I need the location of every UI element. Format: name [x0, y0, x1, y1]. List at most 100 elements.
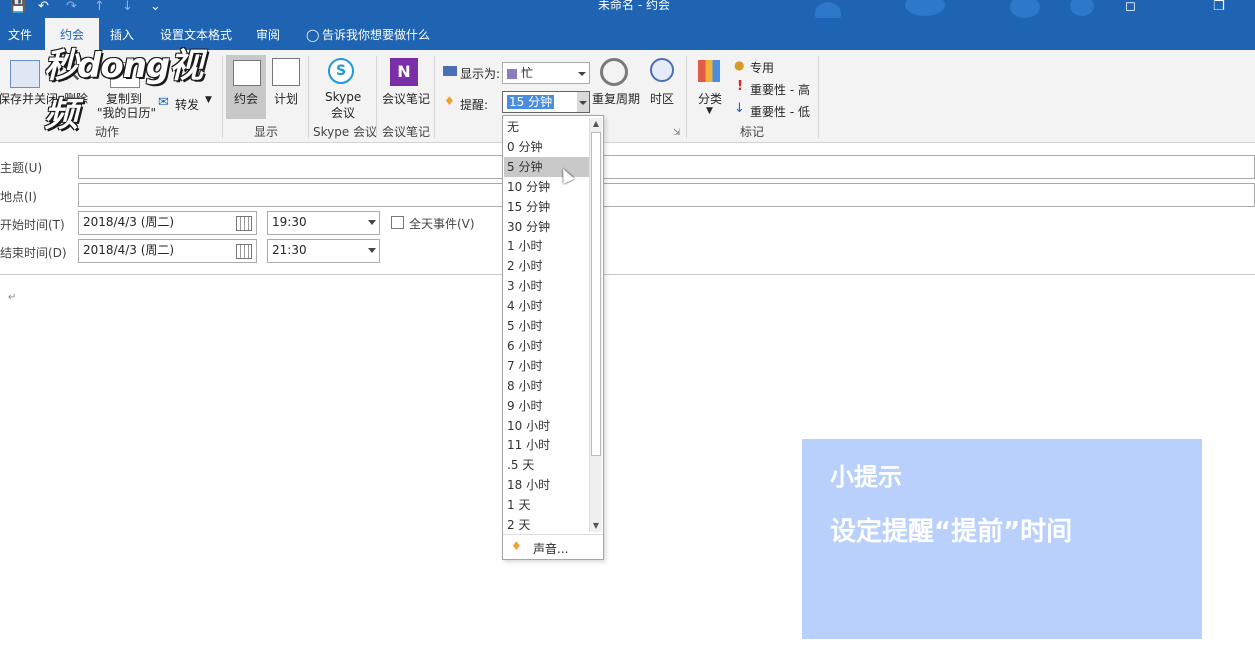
scroll-down-icon[interactable]: ▼ — [590, 520, 602, 532]
start-time-select[interactable]: 19:30 — [267, 211, 380, 235]
restore-icon[interactable]: ❐ — [1213, 0, 1225, 14]
globe-icon — [650, 58, 674, 82]
group-label-skype: Skype 会议 — [313, 125, 378, 139]
divider — [686, 56, 687, 138]
ribbon-options-icon[interactable]: ◻ — [1125, 0, 1136, 14]
lock-icon: ● — [734, 58, 745, 72]
recurrence-button[interactable]: 重复周期 — [592, 90, 640, 107]
reminder-label: 提醒: — [460, 98, 489, 112]
reminder-option[interactable]: 0 分钟 — [504, 137, 591, 157]
all-day-checkbox[interactable] — [391, 216, 404, 229]
scroll-thumb[interactable] — [591, 132, 601, 456]
tip-panel: 小提示 设定提醒“提前”时间 — [802, 439, 1202, 639]
location-input[interactable] — [78, 183, 1255, 207]
reminder-option[interactable]: 8 小时 — [504, 376, 591, 396]
reminder-option[interactable]: 30 分钟 — [504, 217, 591, 237]
divider — [503, 534, 603, 535]
private-button[interactable]: 专用 — [750, 59, 774, 76]
save-icon[interactable]: 💾 — [10, 0, 26, 14]
start-date-input[interactable]: 2018/4/3 (周二) — [78, 211, 257, 235]
scroll-up-icon[interactable]: ▲ — [590, 118, 602, 130]
reminder-option[interactable]: .5 天 — [504, 455, 591, 475]
tab-file[interactable]: 文件 — [8, 18, 32, 50]
reminder-option[interactable]: 15 分钟 — [504, 197, 591, 217]
show-as-select[interactable]: 忙 — [502, 62, 590, 84]
forward-button[interactable]: 转发 — [175, 96, 199, 113]
subject-input[interactable] — [78, 155, 1255, 179]
schedule-view-button[interactable]: 计划 — [274, 90, 298, 107]
reminder-select[interactable]: 15 分钟 — [502, 91, 590, 113]
calendar-icon — [233, 60, 261, 86]
reminder-option[interactable]: 无 — [504, 117, 591, 137]
reminder-option[interactable]: 2 天 — [504, 515, 591, 535]
high-importance-icon: ! — [737, 79, 743, 94]
all-day-label: 全天事件(V) — [409, 217, 475, 231]
reminder-option[interactable]: 9 小时 — [504, 396, 591, 416]
group-label-tags: 标记 — [740, 125, 765, 139]
reminder-option[interactable]: 11 小时 — [504, 435, 591, 455]
sound-option[interactable]: 声音... — [533, 540, 568, 557]
reminder-option[interactable]: 5 小时 — [504, 316, 591, 336]
time-zones-button[interactable]: 时区 — [650, 90, 674, 107]
appointment-view-button[interactable]: 约会 — [234, 90, 258, 107]
bell-icon: ♦ — [444, 94, 455, 108]
reminder-option[interactable]: 6 小时 — [504, 336, 591, 356]
customize-qat-icon[interactable]: ⌄ — [150, 0, 161, 14]
dropdown-scrollbar[interactable]: ▲ ▼ — [589, 118, 602, 532]
onenote-icon: N — [390, 58, 418, 86]
reminder-option[interactable]: 2 小时 — [504, 256, 591, 276]
start-time-label: 开始时间(T) — [0, 218, 65, 232]
high-importance-button[interactable]: 重要性 - 高 — [750, 81, 810, 98]
undo-icon[interactable]: ↶ — [38, 0, 49, 14]
tell-me-search[interactable]: 告诉我你想要做什么 — [322, 18, 430, 50]
options-launcher-icon[interactable]: ⇲ — [673, 128, 681, 138]
down-arrow-icon[interactable]: ↓ — [122, 0, 133, 14]
end-time-value: 21:30 — [272, 243, 307, 257]
skype-icon: S — [328, 58, 354, 84]
reminder-option[interactable]: 10 小时 — [504, 416, 591, 436]
show-as-icon — [443, 66, 457, 76]
chevron-down-icon — [578, 72, 586, 76]
reminder-option[interactable]: 1 小时 — [504, 236, 591, 256]
reminder-option[interactable]: 4 小时 — [504, 296, 591, 316]
low-importance-button[interactable]: 重要性 - 低 — [750, 103, 810, 120]
tip-title: 小提示 — [830, 463, 902, 491]
chevron-down-icon — [368, 248, 376, 253]
reminder-option[interactable]: 5 分钟 — [504, 156, 591, 177]
subject-label: 主题(U) — [0, 161, 43, 175]
lightbulb-icon: ◯ — [306, 28, 320, 42]
calendar-picker-icon[interactable] — [236, 216, 252, 231]
tab-review[interactable]: 审阅 — [256, 18, 280, 50]
decor-star-icon — [905, 0, 945, 16]
meeting-notes-button[interactable]: 会议笔记 — [382, 90, 430, 107]
location-label: 地点(I) — [0, 190, 37, 204]
categorize-button[interactable]: 分类 — [698, 90, 722, 107]
end-time-label: 结束时间(D) — [0, 246, 67, 260]
end-time-select[interactable]: 21:30 — [267, 239, 380, 263]
end-date-input[interactable]: 2018/4/3 (周二) — [78, 239, 257, 263]
reminder-option[interactable]: 7 小时 — [504, 356, 591, 376]
low-importance-icon: ↓ — [734, 101, 745, 116]
reminder-option[interactable]: 18 小时 — [504, 475, 591, 495]
categorize-dropdown-icon[interactable]: ▼ — [706, 106, 713, 116]
decor-star-icon — [1070, 0, 1094, 16]
window-title: 未命名 - 约会 — [598, 0, 670, 12]
calendar-picker-icon[interactable] — [236, 244, 252, 259]
show-as-value: 忙 — [521, 66, 534, 80]
show-as-label: 显示为: — [460, 67, 501, 81]
divider — [0, 274, 1255, 275]
divider — [818, 56, 819, 138]
forward-dropdown-icon[interactable]: ▼ — [205, 95, 212, 105]
reminder-option[interactable]: 1 天 — [504, 495, 591, 515]
schedule-icon — [272, 58, 300, 86]
reminder-option[interactable]: 10 分钟 — [504, 177, 591, 197]
up-arrow-icon[interactable]: ↑ — [94, 0, 105, 14]
redo-icon[interactable]: ↷ — [66, 0, 77, 14]
reminder-option[interactable]: 3 小时 — [504, 276, 591, 296]
end-date-value: 2018/4/3 (周二) — [83, 243, 175, 257]
copy-to-calendar-label2: "我的日历" — [97, 106, 157, 120]
divider — [434, 56, 435, 138]
recurrence-icon — [600, 58, 628, 86]
divider — [308, 56, 309, 138]
skype-meeting-button[interactable]: Skype — [325, 90, 361, 104]
